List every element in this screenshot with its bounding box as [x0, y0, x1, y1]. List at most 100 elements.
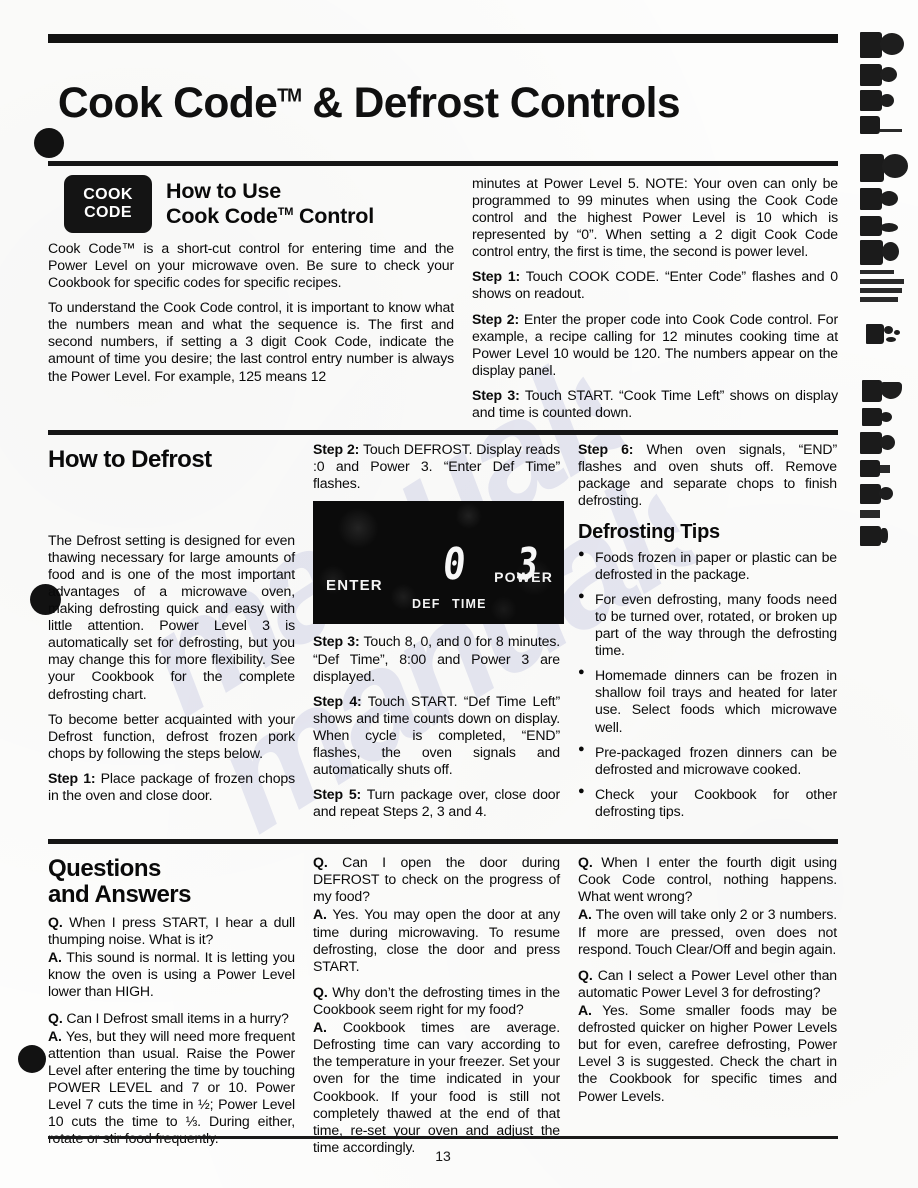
qa-question: Q. When I enter the fourth digit using C…: [578, 854, 837, 905]
cook-code-step-1: Step 1: Touch COOK CODE. “Enter Code” fl…: [472, 268, 838, 302]
qa-question-prefix: Q.: [313, 854, 328, 871]
page-number: 13: [435, 1148, 451, 1164]
cook-code-step-3-label: Step 3:: [472, 386, 520, 403]
defrosting-tip-item: Foods frozen in paper or plastic can be …: [578, 548, 837, 583]
defrost-step-1: Step 1: Place package of frozen chops in…: [48, 770, 295, 804]
qa-answer-text: This sound is normal. It is letting you …: [48, 949, 295, 1000]
cook-code-heading: How to Use Cook CodeTM Control: [166, 175, 374, 229]
cook-code-intro-paragraph-3: minutes at Power Level 5. NOTE: Your ove…: [472, 174, 838, 260]
qa-question-prefix: Q.: [48, 914, 63, 930]
qa-column-1: Questions and Answers Q. When I press ST…: [48, 850, 311, 1165]
defrost-step-1-label: Step 1:: [48, 769, 96, 786]
qa-question-text: Why don’t the defrosting times in the Co…: [313, 983, 560, 1017]
cook-code-section: COOK CODE How to Use Cook CodeTM Control…: [48, 166, 838, 421]
cook-code-step-2-text: Enter the proper code into Cook Code con…: [472, 310, 838, 378]
defrost-step-6-label: Step 6:: [578, 441, 634, 458]
led-enter-indicator: ENTER: [326, 577, 383, 595]
defrost-step-3: Step 3: Touch 8, 0, and 0 for 8 minutes.…: [313, 633, 560, 684]
defrost-column-1: How to Defrost The Defrost setting is de…: [48, 441, 311, 828]
defrost-step-4-label: Step 4:: [313, 692, 362, 709]
qa-question-text: When I enter the fourth digit using Cook…: [578, 854, 837, 905]
cook-code-header-row: COOK CODE How to Use Cook CodeTM Control: [48, 174, 454, 233]
defrost-section: How to Defrost The Defrost setting is de…: [48, 435, 838, 828]
defrost-step-4: Step 4: Touch START. “Def Time Left” sho…: [313, 693, 560, 779]
qa-item: Q. When I enter the fourth digit using C…: [578, 854, 837, 958]
qa-question-prefix: Q.: [48, 1009, 63, 1026]
qa-question-text: Can I open the door during DEFROST to ch…: [313, 854, 560, 905]
qa-answer-text: The oven will take only 2 or 3 numbers. …: [578, 906, 837, 957]
qa-answer-text: Yes, but they will need more frequent at…: [48, 1027, 295, 1147]
page-title: Cook CodeTM & Defrost Controls: [48, 72, 830, 132]
defrost-step-6: Step 6: When oven signals, “END” flashes…: [578, 441, 837, 509]
cook-code-step-1-label: Step 1:: [472, 268, 521, 285]
page-content: Cook CodeTM & Defrost Controls COOK CODE…: [48, 34, 838, 1165]
qa-answer-text: Cookbook times are average. Defrosting t…: [313, 1019, 560, 1155]
questions-and-answers-section: Questions and Answers Q. When I press ST…: [48, 844, 838, 1165]
page-title-part1: Cook Code: [57, 78, 278, 127]
cook-code-step-2: Step 2: Enter the proper code into Cook …: [472, 311, 838, 379]
led-time-digits: 0: [440, 539, 469, 591]
oven-display-panel-photo: ENTER 0 DEF TIME 3 POWER: [313, 501, 564, 625]
defrost-step-5: Step 5: Turn package over, close door an…: [313, 786, 560, 820]
qa-question: Q. Can I open the door during DEFROST to…: [313, 854, 560, 905]
qa-answer: A. Yes. You may open the door at any tim…: [313, 906, 560, 974]
qa-answer-prefix: A.: [578, 1002, 592, 1018]
questions-heading: Questions and Answers: [48, 856, 295, 914]
questions-heading-line2: and Answers: [48, 880, 192, 908]
qa-answer: A. This sound is normal. It is letting y…: [48, 949, 295, 1000]
qa-question: Q. Can I select a Power Level other than…: [578, 967, 837, 1001]
cook-code-heading-line2-text: Cook Code: [166, 203, 278, 228]
page-title-part2: & Defrost Controls: [300, 78, 680, 127]
qa-answer-prefix: A.: [48, 949, 62, 966]
qa-answer-text: Yes. You may open the door at any time d…: [313, 906, 560, 974]
defrost-intro-paragraph-1: The Defrost setting is designed for even…: [48, 531, 295, 702]
defrosting-tip-item: Homemade dinners can be frozen in shallo…: [578, 666, 837, 735]
qa-question-text: Can I select a Power Level other than au…: [578, 966, 837, 1000]
defrost-step-2: Step 2: Touch DEFROST. Display reads :0 …: [313, 441, 560, 492]
page-footer: 13: [48, 1136, 838, 1164]
qa-item: Q. Can I select a Power Level other than…: [578, 967, 837, 1105]
qa-question: Q. When I press START, I hear a dull thu…: [48, 914, 295, 948]
cook-code-heading-line1: How to Use: [166, 178, 282, 203]
defrosting-tip-item: Pre-packaged frozen dinners can be defro…: [578, 743, 837, 778]
cook-code-heading-line2: Cook CodeTM Control: [166, 204, 374, 229]
qa-column-2: Q. Can I open the door during DEFROST to…: [311, 850, 574, 1165]
defrosting-tips-heading: Defrosting Tips: [578, 520, 720, 543]
scan-edge-artifacts: [860, 28, 914, 558]
qa-answer-prefix: A.: [48, 1027, 62, 1044]
qa-answer-prefix: A.: [313, 1019, 327, 1036]
cook-code-left-column: COOK CODE How to Use Cook CodeTM Control…: [48, 174, 468, 421]
defrost-intro-paragraph-2: To become better acquainted with your De…: [48, 710, 295, 761]
cook-code-step-1-text: Touch COOK CODE. “Enter Code” flashes an…: [472, 268, 838, 302]
qa-answer-prefix: A.: [578, 906, 592, 923]
qa-item: Q. Can I open the door during DEFROST to…: [313, 854, 560, 975]
cook-code-step-2-label: Step 2:: [472, 310, 520, 327]
qa-answer-text: Yes. Some smaller foods may be defrosted…: [578, 1002, 837, 1104]
cook-code-badge: COOK CODE: [64, 174, 152, 233]
led-power-indicator: POWER: [494, 569, 553, 586]
cook-code-badge-line2: CODE: [84, 203, 132, 221]
cook-code-badge-line1: COOK: [83, 185, 133, 203]
defrosting-tips-list: Foods frozen in paper or plastic can be …: [578, 548, 837, 821]
defrost-heading: How to Defrost: [48, 446, 212, 474]
questions-heading-line1: Questions: [48, 855, 161, 883]
qa-question-text: When I press START, I hear a dull thumpi…: [48, 914, 295, 948]
cook-code-heading-line2-tail: Control: [293, 203, 374, 228]
led-time-indicator: TIME: [452, 597, 487, 612]
qa-question: Q. Can I Defrost small items in a hurry?: [48, 1010, 295, 1027]
qa-question-prefix: Q.: [578, 966, 593, 983]
defrost-step-2-label: Step 2:: [313, 441, 360, 458]
cook-code-intro-paragraph-2: To understand the Cook Code control, it …: [48, 299, 454, 384]
qa-answer-prefix: A.: [313, 906, 327, 923]
qa-question-text: Can I Defrost small items in a hurry?: [62, 1009, 289, 1026]
page-title-trademark: TM: [277, 85, 302, 106]
qa-answer: A. The oven will take only 2 or 3 number…: [578, 906, 837, 957]
defrost-step-5-label: Step 5:: [313, 786, 362, 803]
defrost-step-3-label: Step 3:: [313, 633, 360, 650]
manual-page: manualslib manualslib Cook CodeTM & Defr…: [0, 0, 918, 1188]
defrosting-tip-item: Check your Cookbook for other defrosting…: [578, 785, 837, 820]
cook-code-heading-trademark: TM: [277, 205, 294, 218]
margin-dot-bottom: [18, 1045, 46, 1073]
qa-answer: A. Yes, but they will need more frequent…: [48, 1028, 295, 1148]
cook-code-step-3-text: Touch START. “Cook Time Left” shows on d…: [472, 386, 838, 421]
